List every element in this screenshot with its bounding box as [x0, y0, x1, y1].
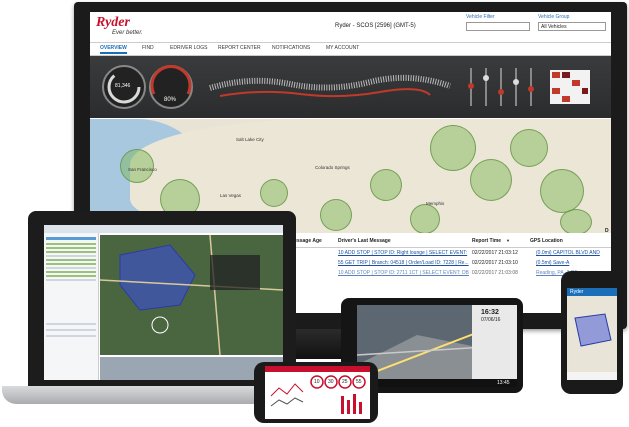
gauge-left-value: 81,346: [115, 83, 131, 89]
phone-landscape-screen: 10 30 25 55: [265, 366, 370, 419]
tablet-time: 16:32: [481, 309, 499, 316]
app-header: Ryder Ever better. Ryder - SCOS [2596] (…: [90, 12, 611, 43]
map-cluster[interactable]: [320, 199, 352, 231]
tab-report-center[interactable]: REPORT CENTER: [218, 45, 261, 51]
sparkline-trend: [209, 74, 451, 98]
map-cluster[interactable]: [560, 209, 592, 233]
dashboard-strip: 81,346 80%: [90, 56, 611, 118]
tab-overview[interactable]: OVERVIEW: [100, 45, 127, 54]
tab-edriver-logs[interactable]: EDRIVER LOGS: [170, 45, 208, 51]
stat-value: 30: [328, 379, 334, 385]
gauge-percent-value: 80%: [164, 97, 177, 103]
map-cluster[interactable]: [540, 169, 584, 213]
tablet-screen: 16:32 07/06/16 13:45: [357, 305, 517, 387]
ryder-logo: Ryder: [96, 15, 130, 30]
row-message-link[interactable]: 55 GET TRIP | Branch: 04518 | Order/Load…: [338, 260, 469, 266]
phone-app-header: Ryder: [570, 289, 584, 295]
vehicle-filter-label: Vehicle Filter: [466, 14, 495, 20]
map-cluster[interactable]: [470, 159, 512, 201]
account-title: Ryder - SCOS [2596] (GMT-5): [335, 23, 416, 29]
browser-toolbar: [44, 225, 283, 233]
tab-my-account[interactable]: MY ACCOUNT: [326, 45, 359, 51]
logo-tagline: Ever better.: [112, 30, 143, 36]
row-message-link[interactable]: 10 ADD STOP | STOP ID: Right lounge | SE…: [338, 250, 467, 256]
row-divider: [288, 247, 611, 248]
tablet-status-time: 13:45: [497, 380, 510, 386]
col-last-message[interactable]: Driver's Last Message: [338, 238, 391, 244]
row-report-time: 02/22/2017 21:03:12: [472, 250, 518, 256]
tablet-date: 07/06/16: [481, 317, 501, 323]
row-message-link[interactable]: 10 ADD STOP | STOP ID: 2711 1CT | SELECT…: [338, 270, 469, 276]
heatmap-grid: [550, 70, 590, 104]
map-label-city: Salt Lake City: [236, 137, 264, 142]
map-label-city: Memphis: [426, 201, 445, 206]
main-nav: OVERVIEW FIND EDRIVER LOGS REPORT CENTER…: [90, 43, 611, 56]
map-cluster[interactable]: [370, 169, 402, 201]
row-gps-link[interactable]: (0.5mi) Save-A: [536, 260, 569, 266]
tab-find[interactable]: FIND: [142, 45, 154, 51]
map-cluster[interactable]: [410, 204, 440, 233]
slider-panel[interactable]: [468, 68, 534, 106]
stat-value: 55: [356, 379, 362, 385]
laptop-screen: [44, 225, 283, 380]
map-cluster[interactable]: [430, 125, 476, 171]
vehicle-group-select[interactable]: All Vehicles: [538, 22, 606, 31]
row-report-time: 02/22/2017 21:03:08: [472, 270, 518, 276]
map-cluster[interactable]: [260, 179, 288, 207]
row-gps-link[interactable]: (0.0mi) CAPITOL BLVD AND: [536, 250, 600, 256]
tab-notifications[interactable]: NOTIFICATIONS: [272, 45, 310, 51]
map-cluster[interactable]: [120, 149, 154, 183]
vehicle-filter-input[interactable]: [466, 22, 530, 31]
map-label-city: San Francisco: [128, 167, 157, 172]
laptop-satellite-map[interactable]: [99, 234, 283, 356]
vehicle-group-label: Vehicle Group: [538, 14, 570, 20]
col-report-time[interactable]: Report Time: [472, 238, 501, 244]
row-report-time: 02/22/2017 21:03:10: [472, 260, 518, 266]
col-gps-location[interactable]: GPS Location: [530, 238, 563, 244]
phone-portrait-screen: Ryder: [567, 288, 617, 380]
sort-desc-icon[interactable]: ▼: [506, 238, 510, 243]
stat-value: 10: [314, 379, 320, 385]
vehicle-list-panel[interactable]: [44, 233, 99, 380]
map-label-city: Colorado Springs: [315, 165, 350, 170]
stat-value: 25: [342, 379, 348, 385]
map-cluster[interactable]: [510, 129, 548, 167]
map-label-city: Las Vegas: [220, 193, 242, 198]
header-fragment: D: [605, 228, 609, 234]
